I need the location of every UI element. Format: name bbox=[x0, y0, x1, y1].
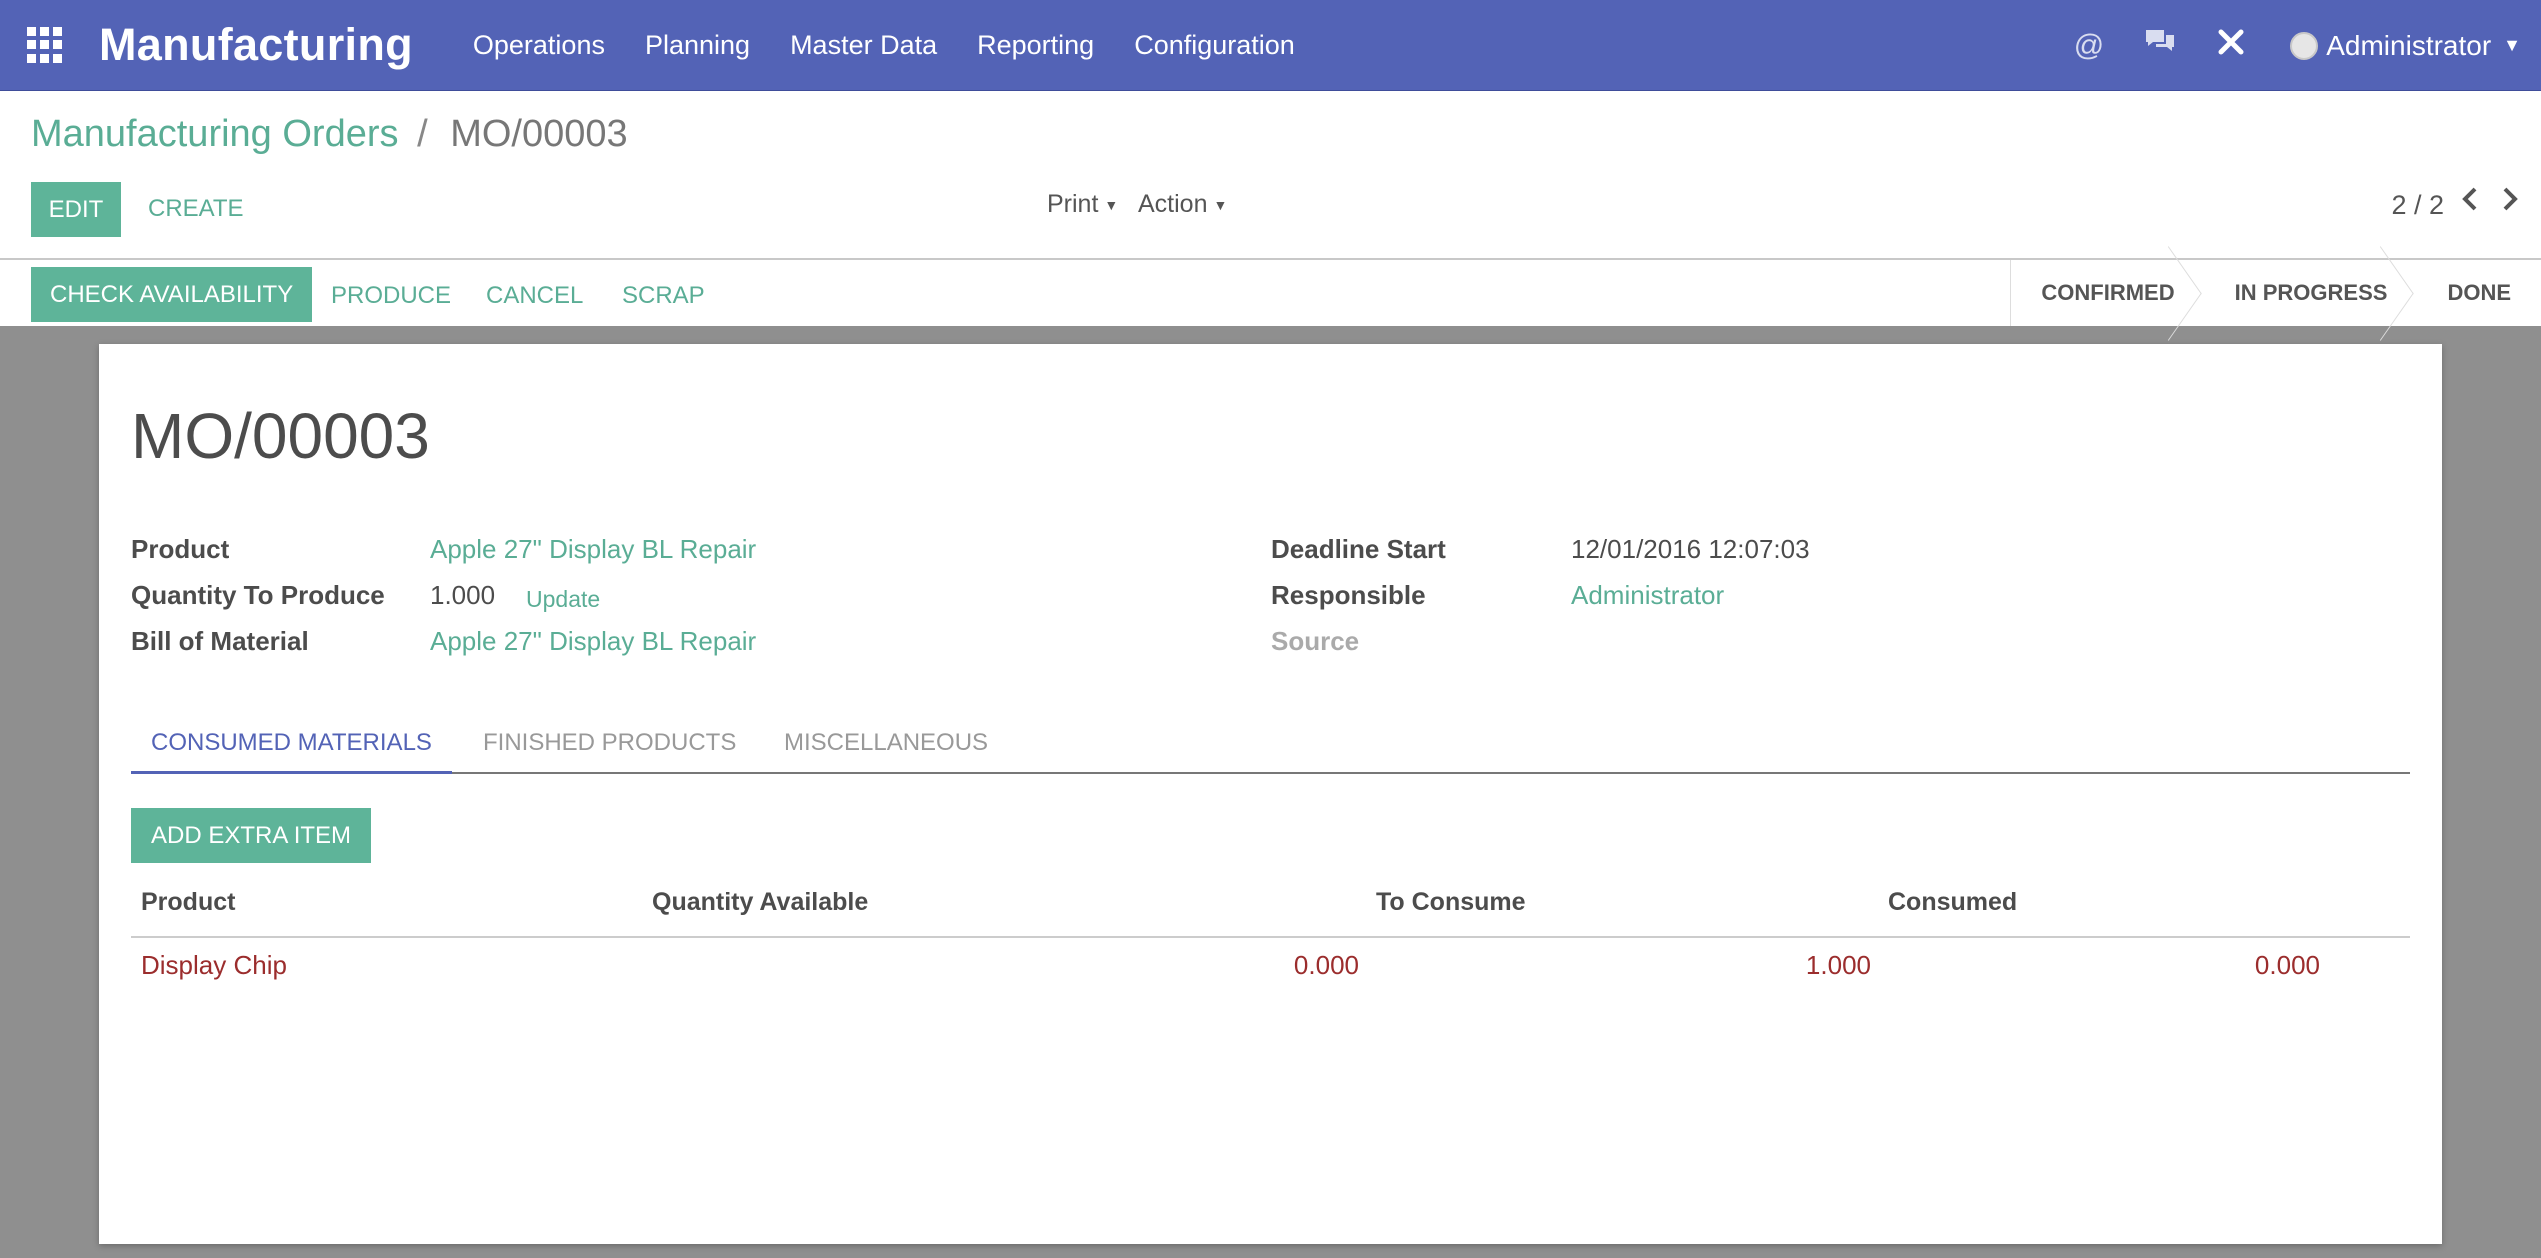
status-bar: CHECK AVAILABILITY PRODUCE CANCEL SCRAP … bbox=[0, 258, 2541, 326]
app-title: Manufacturing bbox=[99, 19, 413, 70]
product-label: Product bbox=[131, 534, 230, 564]
chevron-down-icon: ▼ bbox=[1213, 197, 1228, 214]
table-header: Product Quantity Available To Consume Co… bbox=[131, 884, 2410, 938]
row-quantity-available: 0.000 bbox=[1293, 950, 1359, 980]
main-menu: Operations Planning Master Data Reportin… bbox=[473, 30, 1335, 61]
print-dropdown[interactable]: Print ▼ bbox=[1047, 190, 1118, 219]
column-consumed[interactable]: Consumed bbox=[1888, 888, 2017, 917]
action-label: Action bbox=[1138, 190, 1208, 218]
breadcrumb-separator: / bbox=[417, 113, 428, 155]
user-name: Administrator bbox=[2326, 29, 2492, 61]
chat-icon[interactable] bbox=[2144, 28, 2176, 64]
bom-label: Bill of Material bbox=[131, 626, 309, 656]
cancel-button[interactable]: CANCEL bbox=[486, 282, 583, 310]
update-qty-button[interactable]: Update bbox=[526, 586, 600, 613]
responsible-label: Responsible bbox=[1271, 580, 1426, 610]
deadline-label: Deadline Start bbox=[1271, 534, 1446, 564]
record-title: MO/00003 bbox=[131, 400, 430, 472]
column-quantity-available[interactable]: Quantity Available bbox=[652, 888, 868, 917]
menu-configuration[interactable]: Configuration bbox=[1134, 30, 1295, 61]
source-label: Source bbox=[1271, 626, 1360, 656]
notebook-tabs: CONSUMED MATERIALS FINISHED PRODUCTS MIS… bbox=[131, 729, 2410, 774]
menu-master-data[interactable]: Master Data bbox=[790, 30, 937, 61]
menu-planning[interactable]: Planning bbox=[645, 30, 750, 61]
chevron-down-icon: ▼ bbox=[2503, 35, 2521, 55]
pager-value[interactable]: 2 / 2 bbox=[2391, 190, 2444, 221]
menu-reporting[interactable]: Reporting bbox=[977, 30, 1094, 61]
chevron-right-icon[interactable] bbox=[2501, 186, 2519, 220]
print-label: Print bbox=[1047, 190, 1099, 218]
responsible-link[interactable]: Administrator bbox=[1571, 580, 1724, 611]
produce-button[interactable]: PRODUCE bbox=[331, 282, 451, 310]
create-button[interactable]: CREATE bbox=[148, 195, 244, 223]
form-sheet: MO/00003 Product Apple 27" Display BL Re… bbox=[99, 344, 2442, 1244]
top-navbar: Manufacturing Operations Planning Master… bbox=[0, 0, 2541, 91]
breadcrumb: Manufacturing Orders / MO/00003 bbox=[31, 113, 628, 156]
qty-label: Quantity To Produce bbox=[131, 580, 385, 610]
control-panel: Manufacturing Orders / MO/00003 EDIT CRE… bbox=[0, 91, 2541, 258]
breadcrumb-current: MO/00003 bbox=[450, 113, 628, 155]
tab-miscellaneous[interactable]: MISCELLANEOUS bbox=[784, 729, 988, 757]
product-link[interactable]: Apple 27" Display BL Repair bbox=[430, 534, 756, 565]
add-extra-item-button[interactable]: ADD EXTRA ITEM bbox=[131, 808, 372, 863]
deadline-value: 12/01/2016 12:07:03 bbox=[1571, 534, 1810, 564]
breadcrumb-parent[interactable]: Manufacturing Orders bbox=[31, 113, 399, 155]
action-dropdown[interactable]: Action ▼ bbox=[1138, 190, 1227, 219]
row-to-consume: 1.000 bbox=[1805, 950, 1871, 980]
row-consumed: 0.000 bbox=[2254, 950, 2320, 980]
row-product: Display Chip bbox=[141, 950, 287, 980]
bom-link[interactable]: Apple 27" Display BL Repair bbox=[430, 626, 756, 657]
avatar bbox=[2290, 31, 2319, 60]
stage-pipeline: CONFIRMED IN PROGRESS DONE bbox=[2010, 260, 2541, 326]
stage-confirmed[interactable]: CONFIRMED bbox=[2011, 260, 2204, 326]
chevron-left-icon[interactable] bbox=[2461, 186, 2479, 220]
stage-in-progress[interactable]: IN PROGRESS bbox=[2205, 260, 2418, 326]
at-icon[interactable]: @ bbox=[2074, 29, 2104, 63]
column-to-consume[interactable]: To Consume bbox=[1376, 888, 1526, 917]
stage-done[interactable]: DONE bbox=[2417, 260, 2541, 326]
menu-operations[interactable]: Operations bbox=[473, 30, 605, 61]
check-availability-button[interactable]: CHECK AVAILABILITY bbox=[31, 267, 313, 322]
apps-menu-icon[interactable] bbox=[27, 27, 63, 63]
edit-button[interactable]: EDIT bbox=[31, 182, 121, 237]
table-row[interactable]: Display Chip 0.000 1.000 0.000 bbox=[131, 938, 2410, 988]
tab-consumed-materials[interactable]: CONSUMED MATERIALS bbox=[131, 729, 452, 774]
tab-finished-products[interactable]: FINISHED PRODUCTS bbox=[483, 729, 736, 757]
scrap-button[interactable]: SCRAP bbox=[622, 282, 705, 310]
qty-value: 1.000 bbox=[430, 580, 496, 610]
systray: @ Administrator ▼ bbox=[2034, 0, 2521, 91]
tools-icon[interactable] bbox=[2216, 27, 2246, 65]
chevron-down-icon: ▼ bbox=[1104, 197, 1119, 214]
user-menu[interactable]: Administrator ▼ bbox=[2290, 30, 2521, 62]
column-product[interactable]: Product bbox=[141, 888, 235, 917]
